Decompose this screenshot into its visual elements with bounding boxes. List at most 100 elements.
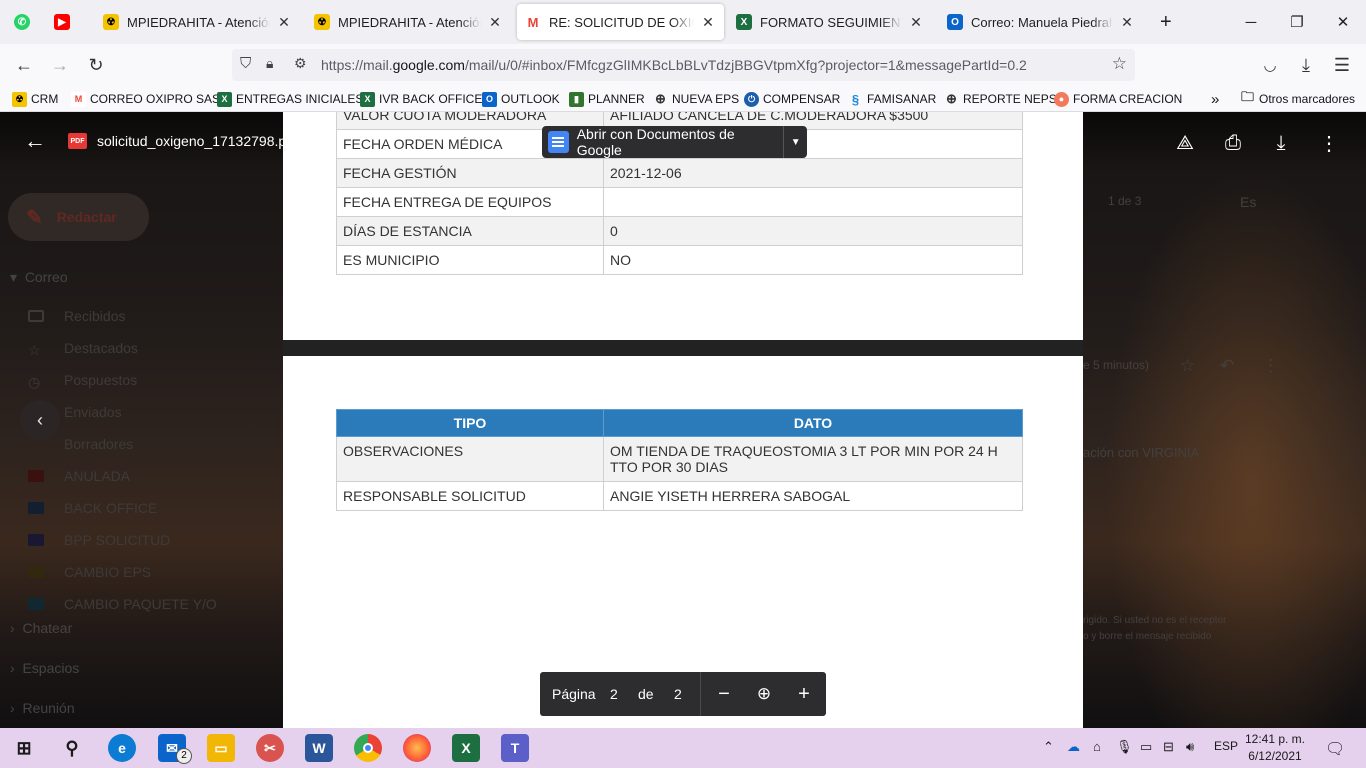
system-clock[interactable]: 12:41 p. m. 6/12/2021	[1243, 731, 1307, 765]
bookmark-nueva-eps[interactable]: ⊕ NUEVA EPS	[653, 90, 739, 108]
other-bookmarks-folder[interactable]: 🗀 Otros marcadores	[1240, 89, 1355, 108]
tab-title: MPIEDRAHITA - Atención al U	[127, 14, 270, 30]
word-icon[interactable]: W	[305, 734, 333, 762]
notifications-icon[interactable]: 🗨︎	[1325, 739, 1345, 759]
collapse-chevron-icon[interactable]: ‹	[20, 400, 60, 440]
file-explorer-icon[interactable]: ▭	[207, 734, 235, 762]
page-current[interactable]: 2	[610, 686, 618, 702]
close-viewer-back-icon[interactable]: ←	[24, 128, 46, 154]
reload-icon[interactable]: ↻	[82, 52, 110, 78]
add-to-drive-icon[interactable]: ⟁	[1172, 130, 1198, 156]
close-tab-icon[interactable]: ✕	[487, 14, 503, 31]
downloads-icon[interactable]: ⤓	[1292, 52, 1320, 78]
bookmark-outlook[interactable]: O OUTLOOK	[482, 90, 560, 108]
gmail-icon: M	[525, 14, 541, 30]
column-header-dato: DATO	[603, 409, 1023, 437]
address-bar[interactable]: ⛉ 🔒︎ ⚙ https://mail.google.com/mail/u/0/…	[232, 49, 1135, 81]
minimize-icon[interactable]: ─	[1228, 0, 1274, 44]
row-value: OM TIENDA DE TRAQUEOSTOMIA 3 LT POR MIN …	[603, 436, 1023, 482]
url-text[interactable]: https://mail.google.com/mail/u/0/#inbox/…	[321, 57, 1027, 73]
google-docs-icon	[548, 131, 569, 153]
row-label: ES MUNICIPIO	[336, 245, 604, 275]
zoom-out-icon[interactable]: −	[712, 682, 736, 706]
row-label: DÍAS DE ESTANCIA	[336, 216, 604, 246]
bookmark-reporte-neps[interactable]: ⊕ REPORTE NEPS	[944, 90, 1057, 108]
edge-icon[interactable]: e	[108, 734, 136, 762]
shield-icon[interactable]: ⛉	[240, 55, 251, 72]
bookmark-compensar[interactable]: ⏻ COMPENSAR	[744, 90, 840, 108]
bookmark-forma-creacion[interactable]: ● FORMA CREACION	[1054, 90, 1182, 108]
close-window-icon[interactable]: ✕	[1320, 0, 1366, 44]
bookmark-crm[interactable]: ☢ CRM	[12, 90, 58, 108]
tab-4[interactable]: X FORMATO SEGUIMIENTO GD. ✕	[728, 4, 932, 40]
excel-icon: X	[360, 91, 375, 107]
close-tab-icon[interactable]: ✕	[700, 14, 716, 31]
permissions-icon[interactable]: ⚙	[294, 55, 307, 72]
bookmark-star-icon[interactable]: ☆	[1112, 54, 1127, 74]
zoom-in-icon[interactable]: +	[792, 682, 816, 706]
bookmark-entregas-iniciales[interactable]: X ENTREGAS INICIALES	[217, 90, 363, 108]
tab-1[interactable]: ☢ MPIEDRAHITA - Atención al U ✕	[95, 4, 300, 40]
snipping-tool-icon[interactable]: ✂	[256, 734, 284, 762]
excel-icon[interactable]: X	[452, 734, 480, 762]
tab-title: Correo: Manuela Piedrahita -	[971, 14, 1113, 30]
device-icon[interactable]: ⌂	[1093, 739, 1101, 754]
chrome-icon[interactable]	[354, 734, 382, 762]
whatsapp-pinned-tab[interactable]: ✆	[6, 4, 40, 40]
more-options-icon[interactable]: ⋮	[1316, 130, 1342, 156]
forward-arrow-icon[interactable]: →	[46, 52, 74, 78]
bookmark-correo-oxipro[interactable]: M CORREO OXIPRO SAS	[71, 90, 220, 108]
firefox-icon[interactable]	[403, 734, 431, 762]
famisanar-icon: §	[851, 91, 860, 107]
tab-2[interactable]: ☢ MPIEDRAHITA - Atención al U ✕	[306, 4, 511, 40]
tab-favicon-icon: ☢	[314, 14, 330, 30]
pocket-icon[interactable]: ◡	[1256, 52, 1284, 78]
open-with-google-docs-button[interactable]: Abrir con Documentos de Google ▼	[542, 126, 807, 158]
row-value: 0	[603, 216, 1023, 246]
input-language[interactable]: ESP	[1214, 739, 1238, 753]
search-icon[interactable]: ⚲	[58, 734, 86, 762]
microphone-icon[interactable]: 🎙︎	[1116, 739, 1133, 755]
tab-favicon-icon: ☢	[103, 14, 119, 30]
row-value: ANGIE YISETH HERRERA SABOGAL	[603, 481, 1023, 511]
gmail-icon: M	[71, 91, 86, 107]
network-icon[interactable]: ⊟	[1163, 739, 1174, 755]
dropdown-arrow-icon[interactable]: ▼	[784, 137, 807, 148]
youtube-pinned-tab[interactable]: ▶	[46, 4, 80, 40]
back-arrow-icon[interactable]: ←	[10, 52, 38, 78]
close-tab-icon[interactable]: ✕	[1119, 14, 1135, 31]
forms-icon: ●	[1054, 91, 1069, 107]
row-label: OBSERVACIONES	[336, 436, 604, 482]
outlook-icon: O	[947, 14, 963, 30]
windows-taskbar: ⊞ ⚲ e ✉ 2 ▭ ✂ W X T ⌃ ☁ ⌂ 🎙︎ ▭ ⊟ 🔊︎ ESP …	[0, 728, 1366, 768]
onedrive-icon[interactable]: ☁	[1067, 739, 1080, 755]
row-value	[603, 187, 1023, 217]
print-icon[interactable]: ⎙	[1220, 130, 1246, 156]
restore-icon[interactable]: ❐	[1274, 0, 1320, 44]
download-icon[interactable]: ⤓	[1268, 130, 1294, 156]
page-total: 2	[674, 686, 682, 702]
tray-chevron-icon[interactable]: ⌃	[1043, 739, 1054, 755]
windows-start-icon[interactable]: ⊞	[10, 734, 38, 762]
close-tab-icon[interactable]: ✕	[276, 14, 292, 31]
bookmark-ivr-back-office[interactable]: X IVR BACK OFFICE	[360, 90, 482, 108]
battery-icon[interactable]: ▭	[1140, 739, 1152, 755]
teams-icon[interactable]: T	[501, 734, 529, 762]
page-navigation-bar: Página 2 de 2 − ⊕ +	[540, 672, 826, 716]
browser-nav-bar: ← → ↻ ⛉ 🔒︎ ⚙ https://mail.google.com/mai…	[0, 44, 1366, 86]
close-tab-icon[interactable]: ✕	[908, 14, 924, 31]
bookmark-famisanar[interactable]: § FAMISANAR	[848, 90, 936, 108]
tab-5[interactable]: O Correo: Manuela Piedrahita - ✕	[939, 4, 1143, 40]
outlook-icon: O	[482, 91, 497, 107]
tab-3-active[interactable]: M RE: SOLICITUD DE OXIGENO D ✕	[517, 4, 724, 40]
new-tab-button[interactable]: +	[1152, 4, 1182, 40]
more-bookmarks-chevron-icon[interactable]: »	[1211, 90, 1219, 108]
zoom-reset-icon[interactable]: ⊕	[752, 682, 776, 706]
menu-icon[interactable]: ☰	[1328, 52, 1356, 78]
bookmark-planner[interactable]: ▮ PLANNER	[569, 90, 645, 108]
whatsapp-icon: ✆	[14, 14, 30, 30]
lock-icon[interactable]: 🔒︎	[266, 55, 273, 72]
row-label: FECHA GESTIÓN	[336, 158, 604, 188]
volume-icon[interactable]: 🔊︎	[1186, 739, 1194, 755]
page-label: Página	[552, 686, 596, 702]
